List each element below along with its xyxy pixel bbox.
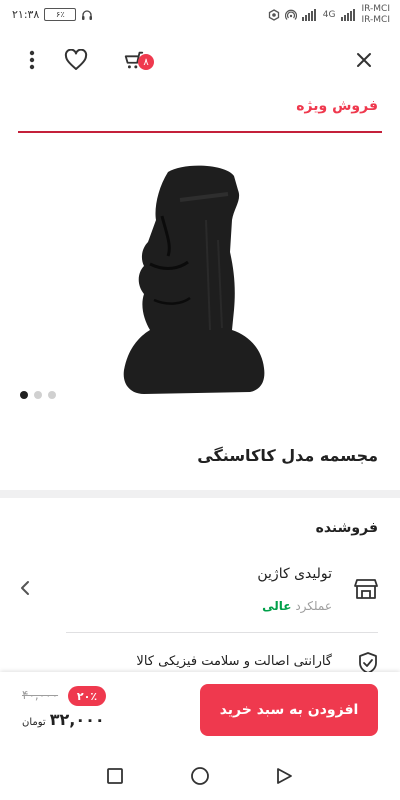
carrier-2: IR-MCI (361, 15, 391, 25)
product-title: مجسمه مدل کاکاسنگی (197, 446, 378, 465)
section-divider (0, 490, 400, 498)
old-price: ۴۰,۰۰۰ (22, 688, 59, 702)
signal-icon (301, 9, 316, 21)
performance-value: عالی (262, 599, 292, 613)
shield-check-icon (359, 652, 377, 674)
seller-name[interactable]: تولیدی کاژین (257, 566, 332, 582)
favorite-button[interactable] (60, 44, 92, 76)
settings-ring-icon (268, 9, 279, 21)
price: ۳۲,۰۰۰ تومان (22, 710, 105, 729)
nav-recent-icon (107, 768, 123, 784)
cart-button[interactable]: ۸ (118, 44, 154, 76)
nav-home-icon (191, 767, 209, 785)
carrier-1: IR-MCI (361, 4, 391, 14)
carousel-dot[interactable] (48, 391, 56, 399)
carrier-labels: IR-MCI IR-MCI (362, 4, 391, 26)
status-right: 4G IR-MCI IR-MCI (268, 4, 390, 26)
special-sale-label: فروش ویژه (296, 98, 378, 114)
signal-icon (340, 9, 355, 21)
statue-image (123, 165, 265, 394)
nav-home-button[interactable] (188, 764, 212, 788)
heart-icon (64, 49, 88, 70)
nav-back-icon (277, 768, 292, 784)
network-type: 4G (322, 10, 336, 20)
battery-level: ۶٪ (56, 10, 65, 19)
add-to-cart-button[interactable]: افزودن به سبد خرید (200, 684, 378, 736)
chevron-left-icon (21, 581, 29, 595)
seller-performance: عملکرد عالی (262, 599, 332, 613)
status-left: ۲۱:۳۸ ۶٪ (12, 8, 93, 21)
close-icon (357, 53, 371, 67)
app-toolbar: ۸ (0, 34, 400, 84)
performance-label: عملکرد (295, 599, 332, 613)
guarantee-text: گارانتی اصالت و سلامت فیزیکی کالا (136, 654, 332, 669)
product-image[interactable] (110, 160, 280, 400)
nav-back-button[interactable] (272, 764, 296, 788)
shop-icon (354, 579, 378, 599)
carousel-dot[interactable] (34, 391, 42, 399)
status-bar: ۲۱:۳۸ ۶٪ 4G IR-MCI IR-MCI (0, 0, 400, 34)
seller-chevron[interactable] (20, 580, 30, 600)
cart-badge: ۸ (138, 54, 154, 70)
carousel-dot[interactable] (20, 391, 28, 399)
image-carousel-dots (20, 391, 56, 399)
seller-heading: فروشنده (315, 520, 378, 536)
purchase-bar: افزودن به سبد خرید ۲۰٪ ۴۰,۰۰۰ ۳۲,۰۰۰ توم… (0, 672, 400, 752)
headset-icon (82, 9, 93, 20)
special-sale-underline (18, 131, 382, 133)
system-nav-bar (0, 752, 400, 800)
discount-badge: ۲۰٪ (68, 686, 106, 706)
seller-shop-icon-wrap (354, 578, 378, 604)
currency-label: تومان (22, 717, 46, 728)
more-vert-icon (29, 50, 35, 70)
price-value: ۳۲,۰۰۰ (49, 710, 105, 729)
more-options-button[interactable] (16, 44, 48, 76)
nav-recent-button[interactable] (103, 764, 127, 788)
status-time: ۲۱:۳۸ (12, 8, 40, 21)
battery-icon: ۶٪ (44, 8, 77, 21)
seller-separator (66, 632, 378, 633)
hotspot-icon (284, 9, 297, 20)
close-button[interactable] (348, 44, 380, 76)
